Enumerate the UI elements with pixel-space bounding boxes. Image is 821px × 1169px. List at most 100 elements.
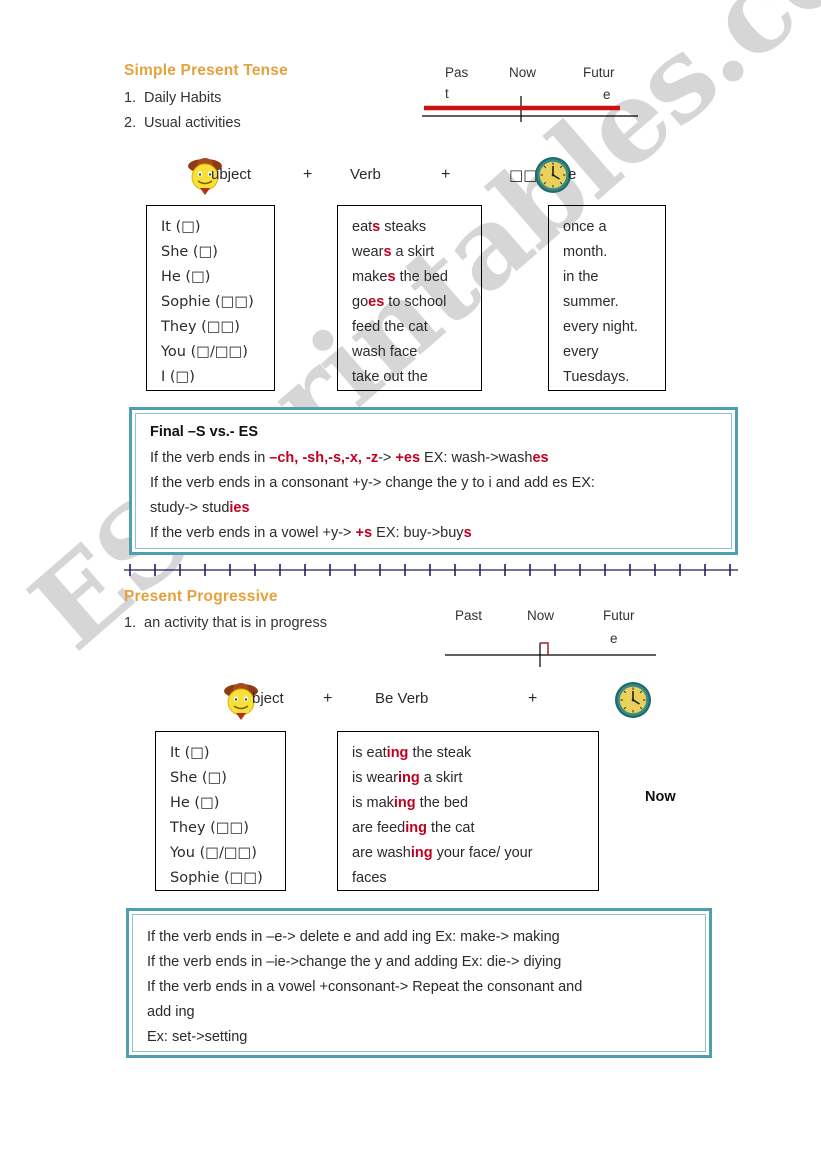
rule-line: If the verb ends in –ch, -sh,-s,-x, -z->… [150, 446, 717, 471]
verb-stem: is eat [352, 745, 387, 761]
list-item: is wearing a skirt [352, 766, 598, 791]
list-item: You (□/□□) [170, 845, 257, 861]
list-item: She (□) [161, 244, 218, 260]
list-item: every [563, 344, 599, 360]
rule-text: If the verb ends in a vowel +y-> [150, 525, 356, 541]
clock-icon [613, 680, 653, 720]
verb-stem: are feed [352, 820, 406, 836]
rule-line: If the verb ends in a vowel +consonant->… [147, 975, 691, 1000]
rule-text: add ing [147, 1004, 195, 1020]
verb-object: the bed [395, 269, 448, 285]
rule-line: If the verb ends in a vowel +y-> +s EX: … [150, 521, 717, 546]
list-item: is eating the steak [352, 741, 598, 766]
rule-line: If the verb ends in a consonant +y-> cha… [150, 471, 717, 496]
timeline-present-progressive: Past Now Futur e [440, 605, 660, 667]
verb-ending: ing [410, 845, 433, 861]
list-item: They (□□) [170, 820, 249, 836]
section-title-present-progressive: Present Progressive [124, 588, 278, 605]
list-item: makes the bed [352, 265, 481, 290]
verb-stem: go [352, 294, 369, 310]
verb-ending: ing [386, 745, 409, 761]
section-divider [124, 563, 738, 582]
rule-box-ing-spelling: If the verb ends in –e-> delete e and ad… [126, 908, 712, 1058]
formula-subject-label: ubject [211, 166, 252, 183]
verb-stem: are wash [352, 845, 411, 861]
list-item: Tuesdays. [563, 369, 630, 385]
verb-object: steaks [380, 219, 427, 235]
rule-text: If the verb ends in a vowel +consonant->… [147, 979, 583, 995]
timeline-simple-present: Pas t Now Futur e [420, 60, 660, 122]
list-item: Sophie (□□) [161, 294, 254, 310]
use-item-1-number: 1. [124, 90, 137, 106]
subject-box-present-progressive: It (□) She (□) He (□) They (□□) You (□/□… [155, 731, 286, 891]
formula-plus-1: + [303, 166, 313, 183]
verb-stem: make [352, 269, 388, 285]
verb-object: the steak [408, 745, 472, 761]
rule-text: -> [378, 450, 396, 466]
rule-text: If the verb ends in –ie->change the y an… [147, 954, 562, 970]
verb-stem: is wear [352, 770, 398, 786]
list-item: You (□/□□) [161, 344, 248, 360]
list-item: once a [563, 219, 607, 235]
formula-plus-1: + [323, 690, 333, 707]
list-item: in the [563, 269, 599, 285]
verb-ending: ing [405, 820, 427, 836]
list-item: are feeding the cat [352, 816, 598, 841]
formula-plus-2: + [528, 690, 538, 707]
rule-line: study-> studies [150, 496, 717, 521]
use-item-progressive-1-number: 1. [124, 615, 137, 631]
worksheet-page: Simple Present Tense 1. Daily Habits 2. Us… [0, 0, 821, 1169]
list-item: summer. [563, 294, 619, 310]
list-item: She (□) [170, 770, 227, 786]
rule-text-red: +s [355, 525, 373, 541]
formula-subject-label: bject [252, 690, 284, 707]
list-item: eats steaks [352, 215, 481, 240]
rule-text: study-> stud [150, 500, 230, 516]
rule-box-final-s-vs-es: Final –S vs.- ES If the verb ends in –ch… [129, 407, 738, 555]
rule-line: add ing [147, 1000, 691, 1025]
use-item-2-number: 2. [124, 115, 137, 131]
use-item-progressive-1-label: an activity that is in progress [144, 615, 327, 631]
rule-text-red: ies [229, 500, 250, 516]
list-item: goes to school [352, 290, 481, 315]
verb-object: the cat [426, 820, 475, 836]
rule-text: If the verb ends in [150, 450, 270, 466]
list-item: are washing your face/ your [352, 841, 598, 866]
verb-stem: faces [352, 870, 387, 886]
rule-text: Ex: set->setting [147, 1029, 248, 1045]
list-item: wears a skirt [352, 240, 481, 265]
verb-object: a skirt [419, 770, 463, 786]
list-item: take out the [352, 365, 481, 390]
list-item: It (□) [170, 745, 210, 761]
verb-stem: wash face [352, 344, 418, 360]
list-item: He (□) [161, 269, 211, 285]
rule-line: If the verb ends in –e-> delete e and ad… [147, 925, 691, 950]
use-item-progressive-1: 1. an activity that is in progress [124, 615, 327, 631]
verb-ending: ing [393, 795, 416, 811]
formula-verb-label: Be Verb [375, 690, 429, 707]
verb-box-simple-present: eats steaks wears a skirt makes the bed … [337, 205, 482, 391]
rule-text-red: +es [395, 450, 421, 466]
list-item: faces [352, 866, 598, 891]
rule-text: If the verb ends in a consonant +y-> cha… [150, 475, 595, 491]
list-item: wash face [352, 340, 481, 365]
timeline-graphic [445, 642, 656, 667]
formula-verb-label: Verb [350, 166, 381, 183]
rule-line: If the verb ends in –ie->change the y an… [147, 950, 691, 975]
verb-object: to school [384, 294, 447, 310]
verb-ending: ing [397, 770, 420, 786]
list-item: feed the cat [352, 315, 481, 340]
rule-text: EX: buy->buy [372, 525, 464, 541]
subject-box-simple-present: It (□) She (□) He (□) Sophie (□□) They (… [146, 205, 275, 391]
use-item-2-label: Usual activities [144, 115, 241, 131]
verb-object: a skirt [391, 244, 435, 260]
list-item: Sophie (□□) [170, 870, 263, 886]
clock-icon [533, 155, 573, 195]
list-item: It (□) [161, 219, 201, 235]
verb-stem: eat [352, 219, 373, 235]
verb-object: the bed [415, 795, 469, 811]
rule-text-red: –ch, -sh,-s,-x, -z [269, 450, 379, 466]
rule-text: EX: wash->wash [420, 450, 533, 466]
verb-object: your face/ your [432, 845, 533, 861]
time-box-simple-present: once a month. in the summer. every night… [548, 205, 666, 391]
